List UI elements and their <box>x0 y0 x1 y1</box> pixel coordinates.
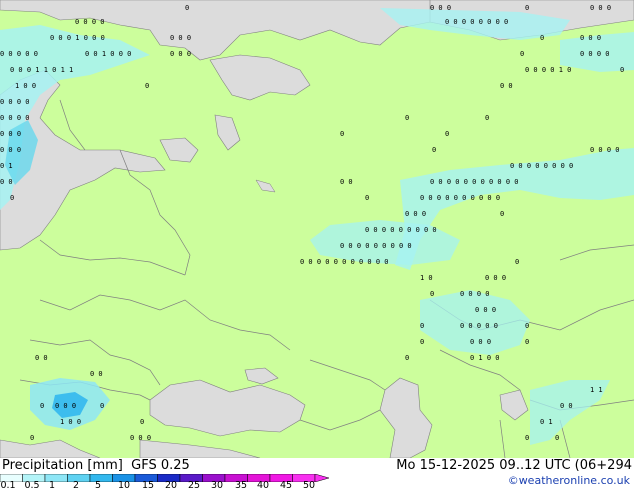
svg-text:0 0 0 0 0: 0 0 0 0 0 <box>0 50 38 58</box>
svg-text:0 0: 0 0 <box>500 82 513 90</box>
svg-text:0: 0 <box>525 4 529 12</box>
legend-tick-label: 25 <box>187 480 201 491</box>
svg-text:0: 0 <box>525 434 529 442</box>
svg-text:0: 0 <box>445 130 449 138</box>
svg-text:0 0 0: 0 0 0 <box>0 130 21 138</box>
legend-tick-label: 30 <box>210 480 224 491</box>
svg-text:0 0 0: 0 0 0 <box>170 50 191 58</box>
model-label: GFS 0.25 <box>131 458 190 473</box>
svg-text:0: 0 <box>420 322 424 330</box>
legend-tick-label: 20 <box>164 480 178 491</box>
svg-text:0 0 0 0 0: 0 0 0 0 0 <box>460 322 498 330</box>
svg-text:1 1: 1 1 <box>590 386 603 394</box>
legend-tick-label: 35 <box>234 480 248 491</box>
map-footer: Precipitation [mm] GFS 0.25 Mo 15-12-202… <box>0 458 634 491</box>
svg-text:0 0 0: 0 0 0 <box>485 274 506 282</box>
legend-tick-label: 2 <box>72 480 80 491</box>
svg-text:0 0 0 0 1 0: 0 0 0 0 1 0 <box>525 66 571 74</box>
svg-text:0: 0 <box>185 4 189 12</box>
svg-text:0 0 0: 0 0 0 <box>590 4 611 12</box>
svg-text:0: 0 <box>100 402 104 410</box>
legend-tick-label: 5 <box>94 480 102 491</box>
legend-swatch <box>89 474 113 482</box>
svg-text:0 0: 0 0 <box>560 402 573 410</box>
map-title: Precipitation [mm] GFS 0.25 <box>2 458 190 473</box>
svg-text:0: 0 <box>515 258 519 266</box>
svg-text:0: 0 <box>520 50 524 58</box>
svg-text:0 0 0: 0 0 0 <box>580 34 601 42</box>
svg-text:0: 0 <box>340 130 344 138</box>
svg-text:0 1: 0 1 <box>0 162 13 170</box>
legend-tick-label: 50 <box>302 480 316 491</box>
legend-tick-label: 0.1 <box>0 480 16 491</box>
svg-text:0 0 1 0 0 0: 0 0 1 0 0 0 <box>85 50 131 58</box>
svg-text:0 0: 0 0 <box>340 178 353 186</box>
svg-text:0 0 0 1 1 0 1 1: 0 0 0 1 1 0 1 1 <box>10 66 73 74</box>
svg-text:0 0 0: 0 0 0 <box>130 434 151 442</box>
svg-text:0: 0 <box>405 114 409 122</box>
svg-text:0 0 0 0: 0 0 0 0 <box>75 18 105 26</box>
svg-text:1 0 0: 1 0 0 <box>60 418 81 426</box>
legend-tick-label: 0.5 <box>24 480 40 491</box>
svg-text:0 0 0 0: 0 0 0 0 <box>580 50 610 58</box>
valid-time: Mo 15-12-2025 09..12 UTC (06+294 <box>396 458 632 473</box>
svg-text:0: 0 <box>10 194 14 202</box>
svg-text:0: 0 <box>430 290 434 298</box>
svg-text:0: 0 <box>500 210 504 218</box>
svg-text:0 0 0: 0 0 0 <box>170 34 191 42</box>
svg-text:0: 0 <box>420 338 424 346</box>
svg-text:0 0 0 0 0 0 0 0 0 0: 0 0 0 0 0 0 0 0 0 0 <box>420 194 500 202</box>
svg-text:0 0 0: 0 0 0 <box>470 338 491 346</box>
svg-text:0: 0 <box>485 114 489 122</box>
svg-text:0 0 0: 0 0 0 <box>0 146 21 154</box>
legend-tick-label: 40 <box>256 480 270 491</box>
svg-text:0 0: 0 0 <box>35 354 48 362</box>
legend-tick-label: 10 <box>117 480 131 491</box>
svg-text:0 1: 0 1 <box>540 418 553 426</box>
svg-text:0 0 0 0: 0 0 0 0 <box>460 290 490 298</box>
svg-text:0 0 0: 0 0 0 <box>405 210 426 218</box>
svg-text:0 1 0 0: 0 1 0 0 <box>470 354 500 362</box>
svg-text:0: 0 <box>525 322 529 330</box>
svg-text:0 0 0 1 0 0 0: 0 0 0 1 0 0 0 <box>50 34 105 42</box>
legend-tick-label: 15 <box>141 480 155 491</box>
svg-text:0: 0 <box>555 434 559 442</box>
legend-arrow <box>314 474 330 482</box>
svg-text:1 0: 1 0 <box>420 274 433 282</box>
svg-text:0 0 0 0: 0 0 0 0 <box>0 114 30 122</box>
svg-text:0: 0 <box>405 354 409 362</box>
product-label: Precipitation [mm] <box>2 458 123 473</box>
precipitation-map: 0 0 0 0 0 0 0 0 0 0 0 0 0 0 0 1 0 0 0 0 … <box>0 0 634 458</box>
svg-text:0 0 0 0 0 0 0 0 0: 0 0 0 0 0 0 0 0 0 <box>340 242 412 250</box>
svg-text:0 0 0: 0 0 0 <box>430 4 451 12</box>
svg-text:0 0 0 0: 0 0 0 0 <box>0 98 30 106</box>
svg-text:0: 0 <box>432 146 436 154</box>
svg-text:0 0 0: 0 0 0 <box>55 402 76 410</box>
svg-text:0: 0 <box>140 418 144 426</box>
svg-text:0: 0 <box>525 338 529 346</box>
svg-text:0 0 0 0 0 0 0 0 0: 0 0 0 0 0 0 0 0 0 <box>365 226 437 234</box>
svg-text:0 0: 0 0 <box>90 370 103 378</box>
svg-text:0 0 0 0 0 0 0 0: 0 0 0 0 0 0 0 0 <box>445 18 508 26</box>
svg-text:0: 0 <box>40 402 44 410</box>
svg-text:0 0 0 0 0 0 0 0: 0 0 0 0 0 0 0 0 <box>510 162 573 170</box>
svg-text:0 0 0 0: 0 0 0 0 <box>590 146 620 154</box>
svg-text:1 0 0: 1 0 0 <box>15 82 36 90</box>
svg-text:0: 0 <box>30 434 34 442</box>
svg-text:0 0: 0 0 <box>0 178 13 186</box>
svg-text:0: 0 <box>365 194 369 202</box>
credit-link[interactable]: ©weatheronline.co.uk <box>508 474 630 487</box>
svg-text:0 0 0 0 0 0 0 0 0 0 0: 0 0 0 0 0 0 0 0 0 0 0 <box>300 258 389 266</box>
legend-tick-label: 45 <box>279 480 293 491</box>
svg-text:0: 0 <box>620 66 624 74</box>
svg-text:0: 0 <box>145 82 149 90</box>
legend-ticks: 0.1 0.5 1 2 5 10 15 20 25 30 35 40 45 50 <box>0 480 330 491</box>
svg-text:0: 0 <box>540 34 544 42</box>
svg-text:0 0 0 0 0 0 0 0 0 0 0: 0 0 0 0 0 0 0 0 0 0 0 <box>430 178 519 186</box>
svg-text:0 0 0: 0 0 0 <box>475 306 496 314</box>
legend-tick-label: 1 <box>48 480 56 491</box>
